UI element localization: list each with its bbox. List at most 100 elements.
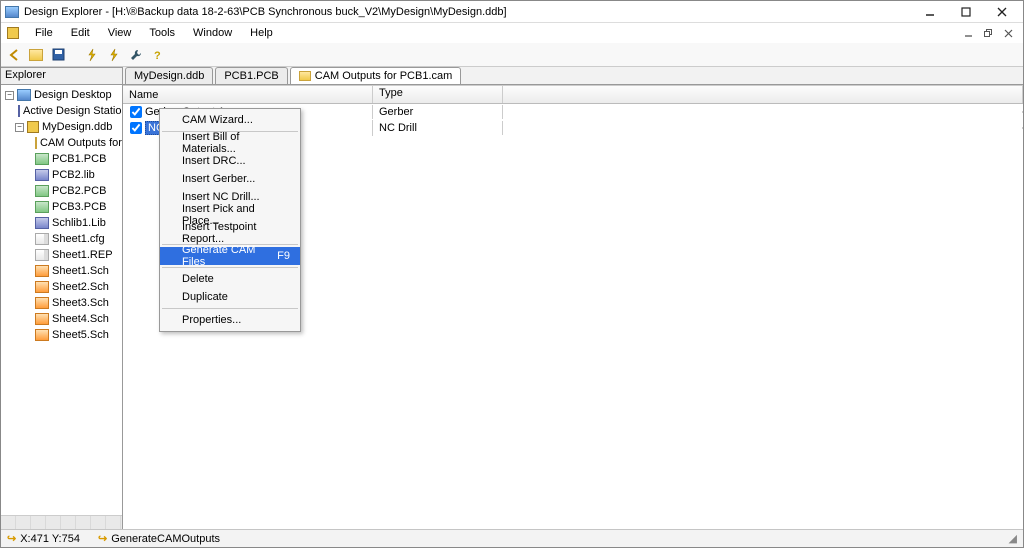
tree-item[interactable]: Sheet5.Sch <box>3 327 120 343</box>
status-coords-text: X:471 Y:754 <box>20 533 80 545</box>
main-pane: MyDesign.ddb PCB1.PCB CAM Outputs for PC… <box>123 67 1023 529</box>
menu-help[interactable]: Help <box>242 25 281 41</box>
tool-back-icon[interactable] <box>5 46 23 64</box>
menu-window[interactable]: Window <box>185 25 240 41</box>
tree-label: PCB2.PCB <box>52 185 106 197</box>
col-type[interactable]: Type <box>373 86 503 103</box>
tree-stations[interactable]: Active Design Stations <box>3 103 120 119</box>
mdi-close-button[interactable] <box>999 26 1017 40</box>
tab-pcb1[interactable]: PCB1.PCB <box>215 67 287 84</box>
maximize-button[interactable] <box>949 3 983 21</box>
tree-item[interactable]: Sheet1.Sch <box>3 263 120 279</box>
ddb-icon <box>27 121 39 133</box>
statusbar: ↪ X:471 Y:754 ↪ GenerateCAMOutputs ◢ <box>1 529 1023 547</box>
tab-cam-outputs[interactable]: CAM Outputs for PCB1.cam <box>290 67 462 84</box>
tree-project[interactable]: − MyDesign.ddb <box>3 119 120 135</box>
tree-label: Sheet3.Sch <box>52 297 109 309</box>
tree-item[interactable]: CAM Outputs for PC <box>3 135 120 151</box>
file-icon <box>35 249 49 261</box>
svg-text:?: ? <box>154 50 161 62</box>
row-type: Gerber <box>373 105 503 119</box>
tree-item[interactable]: Sheet1.cfg <box>3 231 120 247</box>
folder-icon <box>35 137 37 149</box>
tree-item[interactable]: Sheet4.Sch <box>3 311 120 327</box>
tree-item[interactable]: PCB1.PCB <box>3 151 120 167</box>
tree-label: Sheet1.cfg <box>52 233 105 245</box>
tree-root[interactable]: − Design Desktop <box>3 87 120 103</box>
tree-item[interactable]: Schlib1.Lib <box>3 215 120 231</box>
tree[interactable]: − Design Desktop Active Design Stations … <box>1 85 122 515</box>
tree-label: Sheet5.Sch <box>52 329 109 341</box>
menu-tools[interactable]: Tools <box>141 25 183 41</box>
tree-label: Schlib1.Lib <box>52 217 106 229</box>
app-window: Design Explorer - [H:\®Backup data 18-2-… <box>0 0 1024 548</box>
arrow-icon: ↪ <box>7 532 16 545</box>
mdi-restore-button[interactable] <box>979 26 997 40</box>
stations-icon <box>18 105 20 117</box>
explorer-header: Explorer <box>1 67 122 85</box>
menu-view[interactable]: View <box>100 25 140 41</box>
tool-save-icon[interactable] <box>49 46 67 64</box>
ctx-properties[interactable]: Properties... <box>160 311 300 329</box>
sch-icon <box>35 281 49 293</box>
tool-bolt2-icon[interactable] <box>105 46 123 64</box>
context-menu: CAM Wizard... Insert Bill of Materials..… <box>159 108 301 332</box>
close-button[interactable] <box>985 3 1019 21</box>
tree-expander-icon[interactable]: − <box>5 91 14 100</box>
ctx-generate-cam[interactable]: Generate CAM Files F9 <box>160 247 300 265</box>
resize-grip-icon[interactable]: ◢ <box>1009 532 1017 545</box>
menu-file[interactable]: File <box>27 25 61 41</box>
titlebar: Design Explorer - [H:\®Backup data 18-2-… <box>1 1 1023 23</box>
ctx-separator <box>162 308 298 309</box>
tree-label: Sheet4.Sch <box>52 313 109 325</box>
menu-edit[interactable]: Edit <box>63 25 98 41</box>
tree-label: MyDesign.ddb <box>42 121 112 133</box>
tree-item[interactable]: PCB2.PCB <box>3 183 120 199</box>
tree-item[interactable]: PCB3.PCB <box>3 199 120 215</box>
tree-item[interactable]: PCB2.lib <box>3 167 120 183</box>
lib-icon <box>35 169 49 181</box>
ctx-insert-testpoint[interactable]: Insert Testpoint Report... <box>160 224 300 242</box>
menubar: File Edit View Tools Window Help <box>1 23 1023 43</box>
tree-label: PCB2.lib <box>52 169 95 181</box>
mdi-controls <box>957 26 1017 40</box>
design-icon <box>7 27 19 39</box>
row-checkbox[interactable] <box>130 122 142 134</box>
tree-item[interactable]: Sheet1.REP <box>3 247 120 263</box>
ctx-duplicate[interactable]: Duplicate <box>160 288 300 306</box>
tool-help-icon[interactable]: ? <box>149 46 167 64</box>
tab-mydesign[interactable]: MyDesign.ddb <box>125 67 213 84</box>
ctx-delete[interactable]: Delete <box>160 270 300 288</box>
tool-bolt-icon[interactable] <box>83 46 101 64</box>
ctx-cam-wizard[interactable]: CAM Wizard... <box>160 111 300 129</box>
content-area: Explorer − Design Desktop Active Design … <box>1 67 1023 529</box>
col-rest[interactable] <box>503 86 1023 103</box>
tree-label: CAM Outputs for PC <box>40 137 122 149</box>
ctx-insert-gerber[interactable]: Insert Gerber... <box>160 170 300 188</box>
tree-item[interactable]: Sheet2.Sch <box>3 279 120 295</box>
mdi-minimize-button[interactable] <box>959 26 977 40</box>
status-action: ↪ GenerateCAMOutputs <box>98 532 220 545</box>
tab-label: MyDesign.ddb <box>134 70 204 82</box>
doc-tabs: MyDesign.ddb PCB1.PCB CAM Outputs for PC… <box>123 67 1023 85</box>
sch-icon <box>35 313 49 325</box>
ctx-shortcut: F9 <box>267 250 290 262</box>
tree-label: Sheet1.REP <box>52 249 113 261</box>
tree-expander-icon[interactable]: − <box>15 123 24 132</box>
ctx-insert-bom[interactable]: Insert Bill of Materials... <box>160 134 300 152</box>
ctx-insert-drc[interactable]: Insert DRC... <box>160 152 300 170</box>
tool-open-icon[interactable] <box>27 46 45 64</box>
app-icon <box>5 6 19 18</box>
toolbar: ? <box>1 43 1023 67</box>
row-checkbox[interactable] <box>130 106 142 118</box>
explorer-scrollbar[interactable] <box>1 515 122 529</box>
status-action-text: GenerateCAMOutputs <box>111 533 220 545</box>
pcb-icon <box>35 201 49 213</box>
tool-wrench-icon[interactable] <box>127 46 145 64</box>
tree-label: Sheet1.Sch <box>52 265 109 277</box>
tree-item[interactable]: Sheet3.Sch <box>3 295 120 311</box>
titlebar-text: Design Explorer - [H:\®Backup data 18-2-… <box>24 6 911 18</box>
listview: Name Type Gerber Output 1 Gerber NC D <box>123 85 1023 529</box>
minimize-button[interactable] <box>913 3 947 21</box>
col-name[interactable]: Name <box>123 86 373 103</box>
